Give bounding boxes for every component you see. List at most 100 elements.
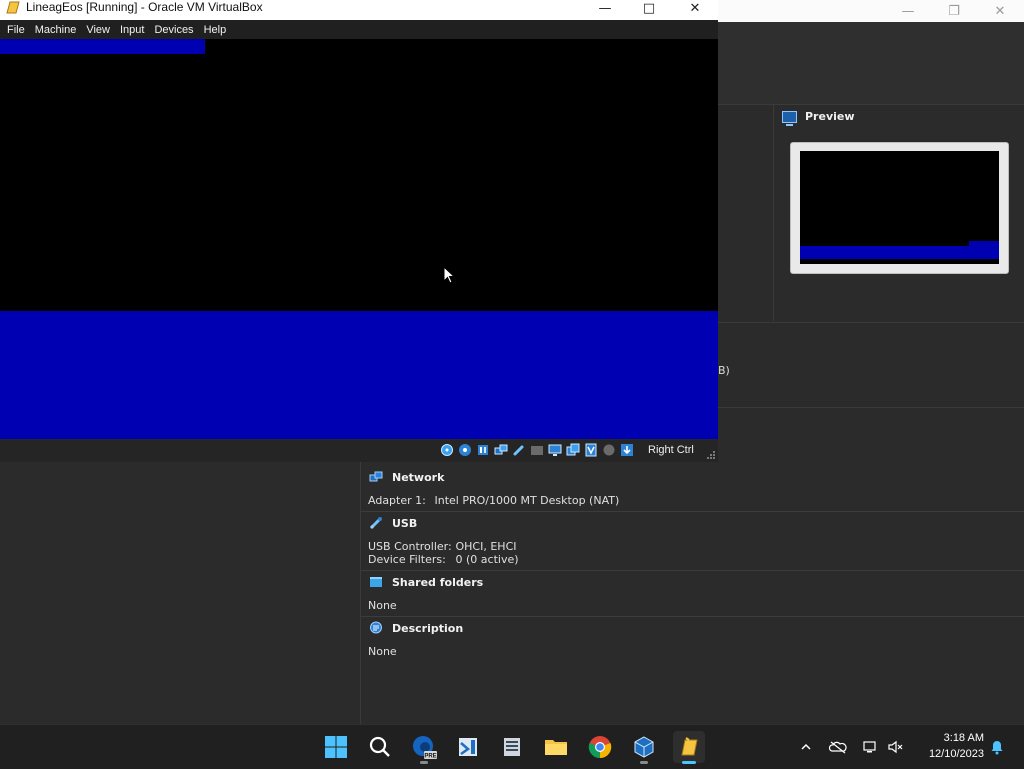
system-clock[interactable]: 3:18 AM 12/10/2023 bbox=[914, 730, 984, 762]
guest-blue-bar bbox=[0, 39, 205, 54]
shared-folders-status-icon[interactable] bbox=[529, 442, 544, 457]
guest-blue-band bbox=[0, 311, 718, 439]
app-button[interactable] bbox=[496, 731, 528, 763]
shared-folders-section-header[interactable]: Shared folders bbox=[369, 575, 483, 589]
running-indicator bbox=[640, 761, 648, 764]
search-icon bbox=[369, 736, 390, 757]
details-pane: Network Adapter 1: Intel PRO/1000 MT Des… bbox=[361, 462, 1024, 724]
display-status-icon[interactable] bbox=[547, 442, 562, 457]
preview-blue-band bbox=[800, 246, 999, 259]
monitor-icon bbox=[782, 110, 797, 126]
menu-help[interactable]: Help bbox=[197, 24, 227, 36]
description-title: Description bbox=[392, 621, 464, 635]
divider bbox=[773, 105, 774, 321]
speech-bubble-icon bbox=[369, 621, 383, 635]
virtualbox-vm-button[interactable] bbox=[673, 731, 705, 764]
usb-icon bbox=[369, 516, 383, 530]
usb-status-icon[interactable] bbox=[511, 442, 526, 457]
chevron-up-icon[interactable] bbox=[796, 737, 816, 757]
search-button[interactable] bbox=[364, 731, 396, 763]
minimize-icon[interactable]: — bbox=[885, 0, 931, 22]
truncated-detail-text: B) bbox=[718, 364, 730, 377]
device-filters-value: 0 (0 active) bbox=[455, 553, 519, 566]
virtualization-status-icon[interactable] bbox=[583, 442, 598, 457]
description-value: None bbox=[368, 645, 397, 658]
menu-input[interactable]: Input bbox=[113, 24, 144, 36]
preview-thumbnail bbox=[790, 142, 1009, 274]
network-status-icon[interactable] bbox=[493, 442, 508, 457]
chrome-icon bbox=[588, 736, 612, 759]
maximize-icon[interactable]: □ bbox=[626, 0, 672, 16]
usb-section-header[interactable]: USB bbox=[369, 516, 417, 530]
shared-folders-title: Shared folders bbox=[392, 575, 484, 589]
minimize-icon[interactable]: — bbox=[582, 0, 628, 16]
device-filters-key: Device Filters: bbox=[368, 553, 446, 566]
status-icons bbox=[439, 442, 634, 457]
vm-guest-display[interactable] bbox=[0, 39, 718, 439]
usb-controller-key: USB Controller: bbox=[368, 540, 452, 553]
edge-dev-button[interactable]: PRE bbox=[408, 731, 440, 764]
vm-menubar: File Machine View Input Devices Help bbox=[0, 20, 718, 39]
virtualbox-icon bbox=[634, 736, 654, 758]
taskbar: PRE 3:18 AM 12/10/2023 bbox=[0, 724, 1024, 769]
onedrive-icon[interactable] bbox=[828, 737, 848, 757]
network-adapter-row: Adapter 1: Intel PRO/1000 MT Desktop (NA… bbox=[368, 494, 619, 507]
recording-status-icon[interactable] bbox=[565, 442, 580, 457]
close-icon[interactable]: ✕ bbox=[977, 0, 1023, 22]
network-icon bbox=[369, 470, 383, 484]
resize-grip-icon[interactable] bbox=[705, 449, 716, 460]
windows-start-icon bbox=[325, 736, 347, 758]
vm-titlebar[interactable]: LineagEos [Running] - Oracle VM VirtualB… bbox=[0, 0, 718, 20]
adapter-key: Adapter 1: bbox=[368, 494, 426, 507]
vm-window-title: LineagEos [Running] - Oracle VM VirtualB… bbox=[26, 0, 263, 14]
app-icon bbox=[504, 738, 520, 756]
visual-studio-icon bbox=[459, 738, 477, 756]
speaker-muted-icon[interactable] bbox=[885, 737, 905, 757]
virtualbox-manager-icon bbox=[681, 737, 698, 756]
network-title: Network bbox=[392, 470, 445, 484]
clock-time: 3:18 AM bbox=[943, 732, 984, 744]
edge-dev-icon: PRE bbox=[413, 736, 437, 760]
file-explorer-button[interactable] bbox=[540, 731, 572, 763]
usb-controller-value: OHCI, EHCI bbox=[455, 540, 517, 553]
preview-header: Preview bbox=[782, 110, 855, 126]
svg-text:PRE: PRE bbox=[424, 754, 436, 760]
virtualbox-manager-button[interactable] bbox=[628, 731, 660, 764]
notification-bell-icon[interactable] bbox=[987, 737, 1007, 757]
description-section-header[interactable]: Description bbox=[369, 621, 463, 635]
menu-devices[interactable]: Devices bbox=[147, 24, 193, 36]
menu-view[interactable]: View bbox=[79, 24, 110, 36]
adapter-value: Intel PRO/1000 MT Desktop (NAT) bbox=[434, 494, 620, 507]
vm-list-pane bbox=[0, 462, 361, 724]
details-section bbox=[718, 322, 1024, 408]
clock-date: 12/10/2023 bbox=[928, 748, 984, 760]
usb-controller-row: USB Controller: OHCI, EHCI bbox=[368, 540, 517, 553]
network-section-header[interactable]: Network bbox=[369, 470, 444, 484]
optical-drive-icon[interactable] bbox=[457, 442, 472, 457]
restore-icon[interactable]: ❐ bbox=[931, 0, 977, 22]
shared-folders-value: None bbox=[368, 599, 397, 612]
menu-machine[interactable]: Machine bbox=[28, 24, 77, 36]
section-divider bbox=[361, 616, 1024, 617]
preview-screen bbox=[800, 151, 999, 264]
network-icon[interactable] bbox=[860, 737, 880, 757]
host-key-label: Right Ctrl bbox=[648, 444, 694, 456]
close-icon[interactable]: ✕ bbox=[672, 0, 718, 16]
usb-title: USB bbox=[392, 516, 418, 530]
visual-studio-button[interactable] bbox=[452, 731, 484, 763]
menu-file[interactable]: File bbox=[0, 24, 25, 36]
audio-icon[interactable] bbox=[475, 442, 490, 457]
hard-disk-icon[interactable] bbox=[439, 442, 454, 457]
folder-icon bbox=[369, 575, 383, 589]
active-indicator bbox=[682, 761, 696, 764]
vm-window: LineagEos [Running] - Oracle VM VirtualB… bbox=[0, 0, 718, 462]
preview-title: Preview bbox=[805, 110, 855, 123]
section-divider bbox=[361, 570, 1024, 571]
start-button[interactable] bbox=[320, 731, 352, 763]
mouse-integration-icon[interactable] bbox=[601, 442, 616, 457]
keyboard-capture-icon[interactable] bbox=[619, 442, 634, 457]
mouse-pointer-icon bbox=[443, 266, 455, 284]
chrome-button[interactable] bbox=[584, 731, 616, 763]
section-divider bbox=[361, 511, 1024, 512]
device-filters-row: Device Filters: 0 (0 active) bbox=[368, 553, 519, 566]
